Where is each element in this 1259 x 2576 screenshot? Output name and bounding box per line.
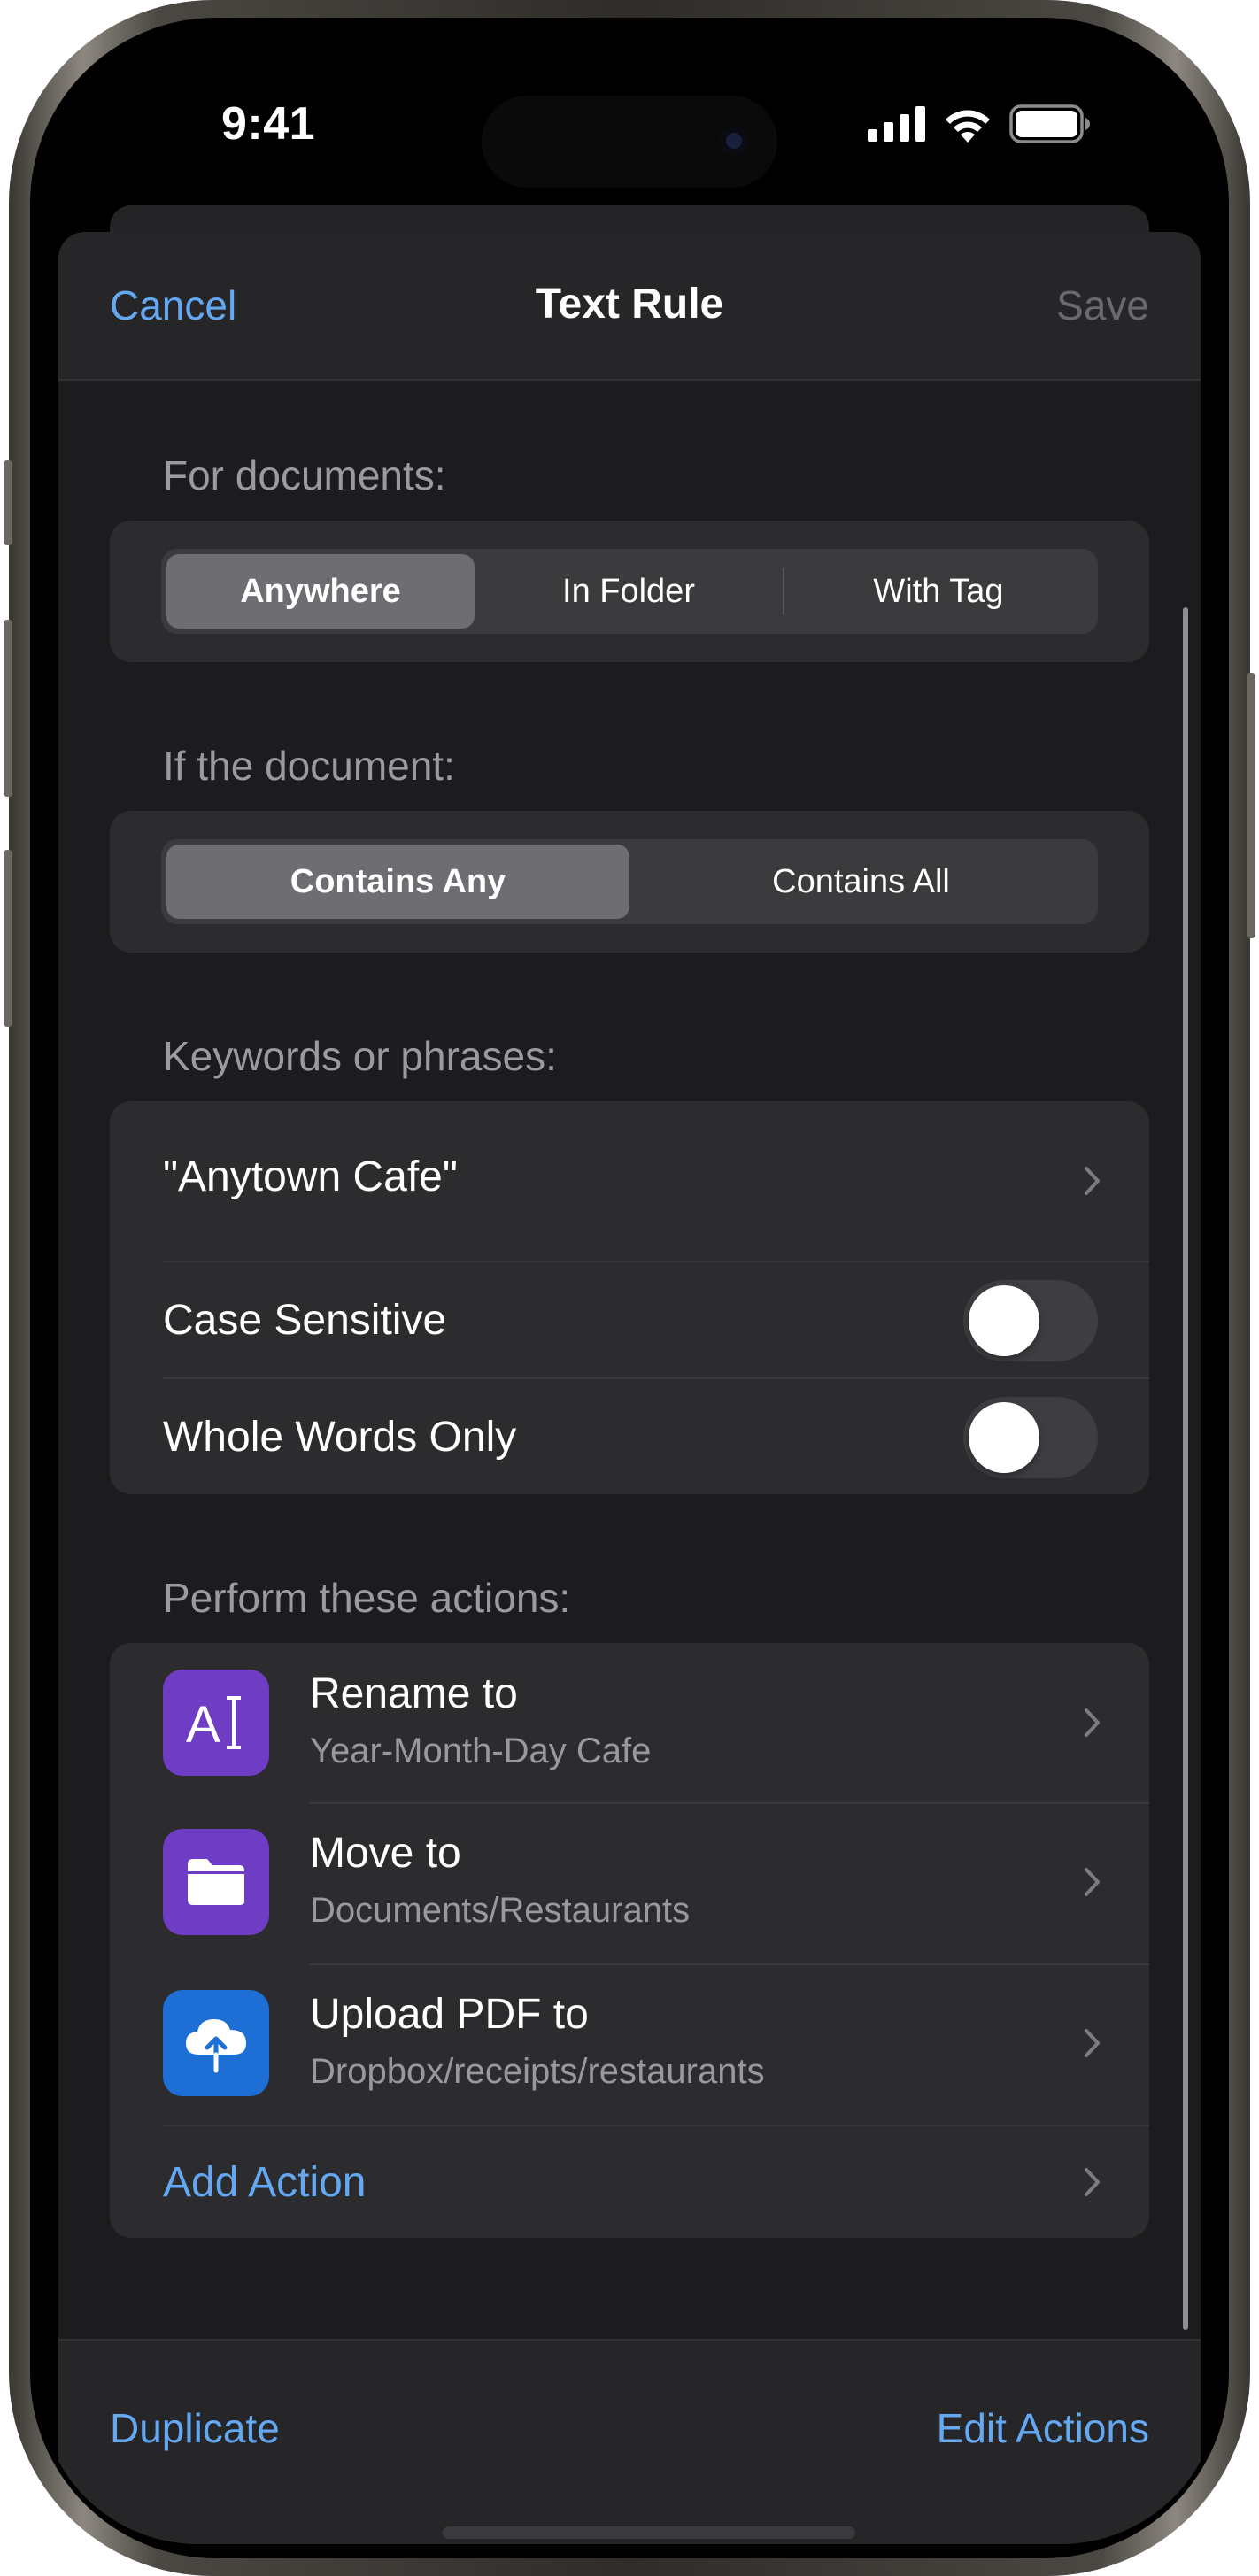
add-action-row[interactable]: Add Action bbox=[110, 2126, 1149, 2238]
action-title: Upload PDF to bbox=[310, 1991, 589, 2038]
segment-anywhere[interactable]: Anywhere bbox=[166, 554, 475, 629]
status-time: 9:41 bbox=[221, 98, 316, 150]
save-button[interactable]: Save bbox=[1056, 282, 1149, 329]
cancel-button[interactable]: Cancel bbox=[110, 282, 236, 329]
status-bar: 9:41 bbox=[39, 32, 1220, 191]
keyword-row[interactable]: "Anytown Cafe" bbox=[110, 1101, 1149, 1261]
folder-icon bbox=[163, 1829, 269, 1935]
action-button bbox=[4, 460, 12, 545]
segment-with-tag[interactable]: With Tag bbox=[784, 554, 1093, 629]
text-rule-sheet: Cancel Text Rule Save For documents: Any… bbox=[58, 232, 1201, 2544]
actions-section-header: Perform these actions: bbox=[163, 1575, 571, 1621]
add-action-button[interactable]: Add Action bbox=[163, 2158, 367, 2207]
keyword-value: "Anytown Cafe" bbox=[163, 1153, 458, 1200]
action-subtitle: Dropbox/receipts/restaurants bbox=[310, 2052, 765, 2091]
chevron-right-icon bbox=[1085, 1708, 1100, 1737]
volume-down-button bbox=[4, 850, 12, 1027]
bottom-toolbar: Duplicate Edit Actions bbox=[58, 2339, 1201, 2544]
documents-scope-segmented-control: Anywhere In Folder With Tag bbox=[161, 549, 1098, 634]
segment-contains-all[interactable]: Contains All bbox=[630, 845, 1093, 919]
action-title: Move to bbox=[310, 1830, 461, 1877]
condition-section-header: If the document: bbox=[163, 743, 455, 789]
power-button bbox=[1247, 673, 1255, 938]
rename-icon: A bbox=[163, 1670, 269, 1776]
case-sensitive-row: Case Sensitive bbox=[110, 1262, 1149, 1377]
whole-words-row: Whole Words Only bbox=[110, 1379, 1149, 1494]
edit-actions-button[interactable]: Edit Actions bbox=[937, 2404, 1149, 2452]
actions-group: A Rename to Year-Month-Day Cafe Move to … bbox=[110, 1643, 1149, 2238]
screen: 9:41 Cancel Text Rule Save For documents… bbox=[39, 32, 1220, 2544]
documents-section-header: For documents: bbox=[163, 452, 446, 498]
camera-icon bbox=[721, 127, 747, 154]
chevron-right-icon bbox=[1085, 2168, 1100, 2196]
svg-text:A: A bbox=[186, 1696, 220, 1754]
scroll-indicator[interactable] bbox=[1183, 607, 1188, 2330]
whole-words-label: Whole Words Only bbox=[163, 1414, 517, 1461]
action-subtitle: Documents/Restaurants bbox=[310, 1891, 691, 1930]
home-indicator[interactable] bbox=[443, 2526, 855, 2539]
chevron-right-icon bbox=[1085, 2029, 1100, 2057]
action-subtitle: Year-Month-Day Cafe bbox=[310, 1731, 652, 1770]
case-sensitive-toggle[interactable] bbox=[963, 1280, 1098, 1361]
navigation-bar: Cancel Text Rule Save bbox=[58, 232, 1201, 381]
condition-segmented-control: Contains Any Contains All bbox=[161, 839, 1098, 924]
keywords-section-header: Keywords or phrases: bbox=[163, 1033, 557, 1079]
cloud-upload-icon bbox=[163, 1990, 269, 2096]
keywords-group: "Anytown Cafe" Case Sensitive Whole Word… bbox=[110, 1101, 1149, 1494]
status-icons bbox=[868, 104, 1091, 143]
toggle-knob bbox=[969, 1402, 1039, 1473]
cellular-signal-icon bbox=[868, 106, 925, 142]
volume-up-button bbox=[4, 620, 12, 797]
wifi-icon bbox=[946, 110, 990, 143]
action-title: Rename to bbox=[310, 1670, 518, 1717]
segment-contains-any[interactable]: Contains Any bbox=[166, 845, 630, 919]
duplicate-button[interactable]: Duplicate bbox=[110, 2404, 280, 2452]
toggle-knob bbox=[969, 1285, 1039, 1356]
case-sensitive-label: Case Sensitive bbox=[163, 1297, 447, 1344]
documents-scope-group: Anywhere In Folder With Tag bbox=[110, 521, 1149, 662]
segment-in-folder[interactable]: In Folder bbox=[475, 554, 783, 629]
whole-words-toggle[interactable] bbox=[963, 1397, 1098, 1478]
condition-group: Contains Any Contains All bbox=[110, 811, 1149, 953]
chevron-right-icon bbox=[1085, 1868, 1100, 1896]
chevron-right-icon bbox=[1085, 1167, 1100, 1195]
battery-icon bbox=[1009, 104, 1090, 143]
action-row-upload[interactable]: Upload PDF to Dropbox/receipts/restauran… bbox=[110, 1965, 1149, 2125]
action-row-move[interactable]: Move to Documents/Restaurants bbox=[110, 1804, 1149, 1963]
action-row-rename[interactable]: A Rename to Year-Month-Day Cafe bbox=[110, 1643, 1149, 1802]
